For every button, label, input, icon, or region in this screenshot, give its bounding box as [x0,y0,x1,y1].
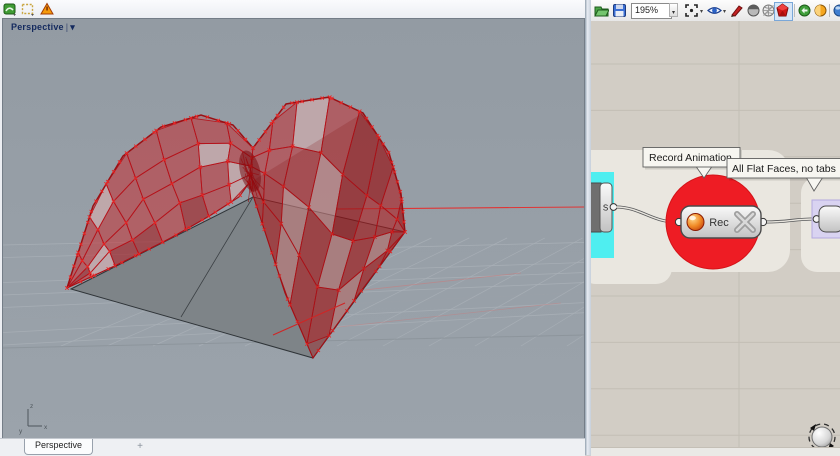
component-record-animation[interactable]: Rec [675,206,766,238]
sketch-pen-icon[interactable] [729,3,744,18]
preview-selected-icon[interactable] [797,3,812,18]
perspective-viewport[interactable]: z x y Perspective|▾ [2,18,585,439]
component-s-output-node[interactable] [610,204,617,211]
desktop: { "glyphs": { "caret": "▾", "plus": "+" … [0,0,840,455]
save-file-icon[interactable] [612,3,627,18]
grasshopper-canvas[interactable]: S Rec [591,21,840,447]
canvas-zoom-caret-icon[interactable]: ▾ [669,3,678,17]
record-label: Rec [709,217,729,229]
preview-custom-icon[interactable] [832,3,840,18]
zoom-extents-icon[interactable] [684,3,699,18]
view-eye-caret-icon[interactable]: ▾ [723,8,726,15]
open-file-icon[interactable] [594,3,609,18]
rhino-mini-toolbar [0,0,585,18]
view-eye-icon[interactable] [707,3,722,18]
preview-document-icon[interactable] [813,3,828,18]
tab-perspective[interactable]: Perspective [24,439,93,455]
viewport-title[interactable]: Perspective [11,22,64,32]
selection-marquee-icon[interactable] [21,2,35,16]
component-s-label: S [603,204,608,213]
grasshopper-window: 195% ▾ ▾ ▾ [591,0,840,455]
rhino-window: z x y Perspective|▾ Perspective + [0,0,585,455]
grasshopper-toolbar: 195% ▾ ▾ ▾ [591,0,840,22]
new-viewport-tab-button[interactable]: + [134,441,146,452]
zoom-extents-caret-icon[interactable]: ▾ [700,8,703,15]
tooltip-text: Record Animation [649,152,732,164]
gizmo-z-label: z [30,403,33,410]
viewport-3d-render: z x y [3,19,584,438]
warning-triangle-icon[interactable] [40,2,54,16]
toolbar-separator [794,4,795,17]
named-view-icon[interactable] [3,2,17,16]
toolbar-separator [829,4,830,17]
preview-off-icon[interactable] [746,3,761,18]
viewport-title-caret-icon[interactable]: ▾ [70,22,75,32]
viewport-tab-bar: Perspective + [0,438,585,456]
preview-shaded-icon[interactable] [775,3,790,18]
tooltip-text: All Flat Faces, no tabs [732,163,836,175]
record-button-icon[interactable] [687,214,704,231]
canvas-zoom-combobox[interactable]: 195% [631,3,672,19]
viewport-title-menu[interactable]: Perspective|▾ [11,22,75,33]
